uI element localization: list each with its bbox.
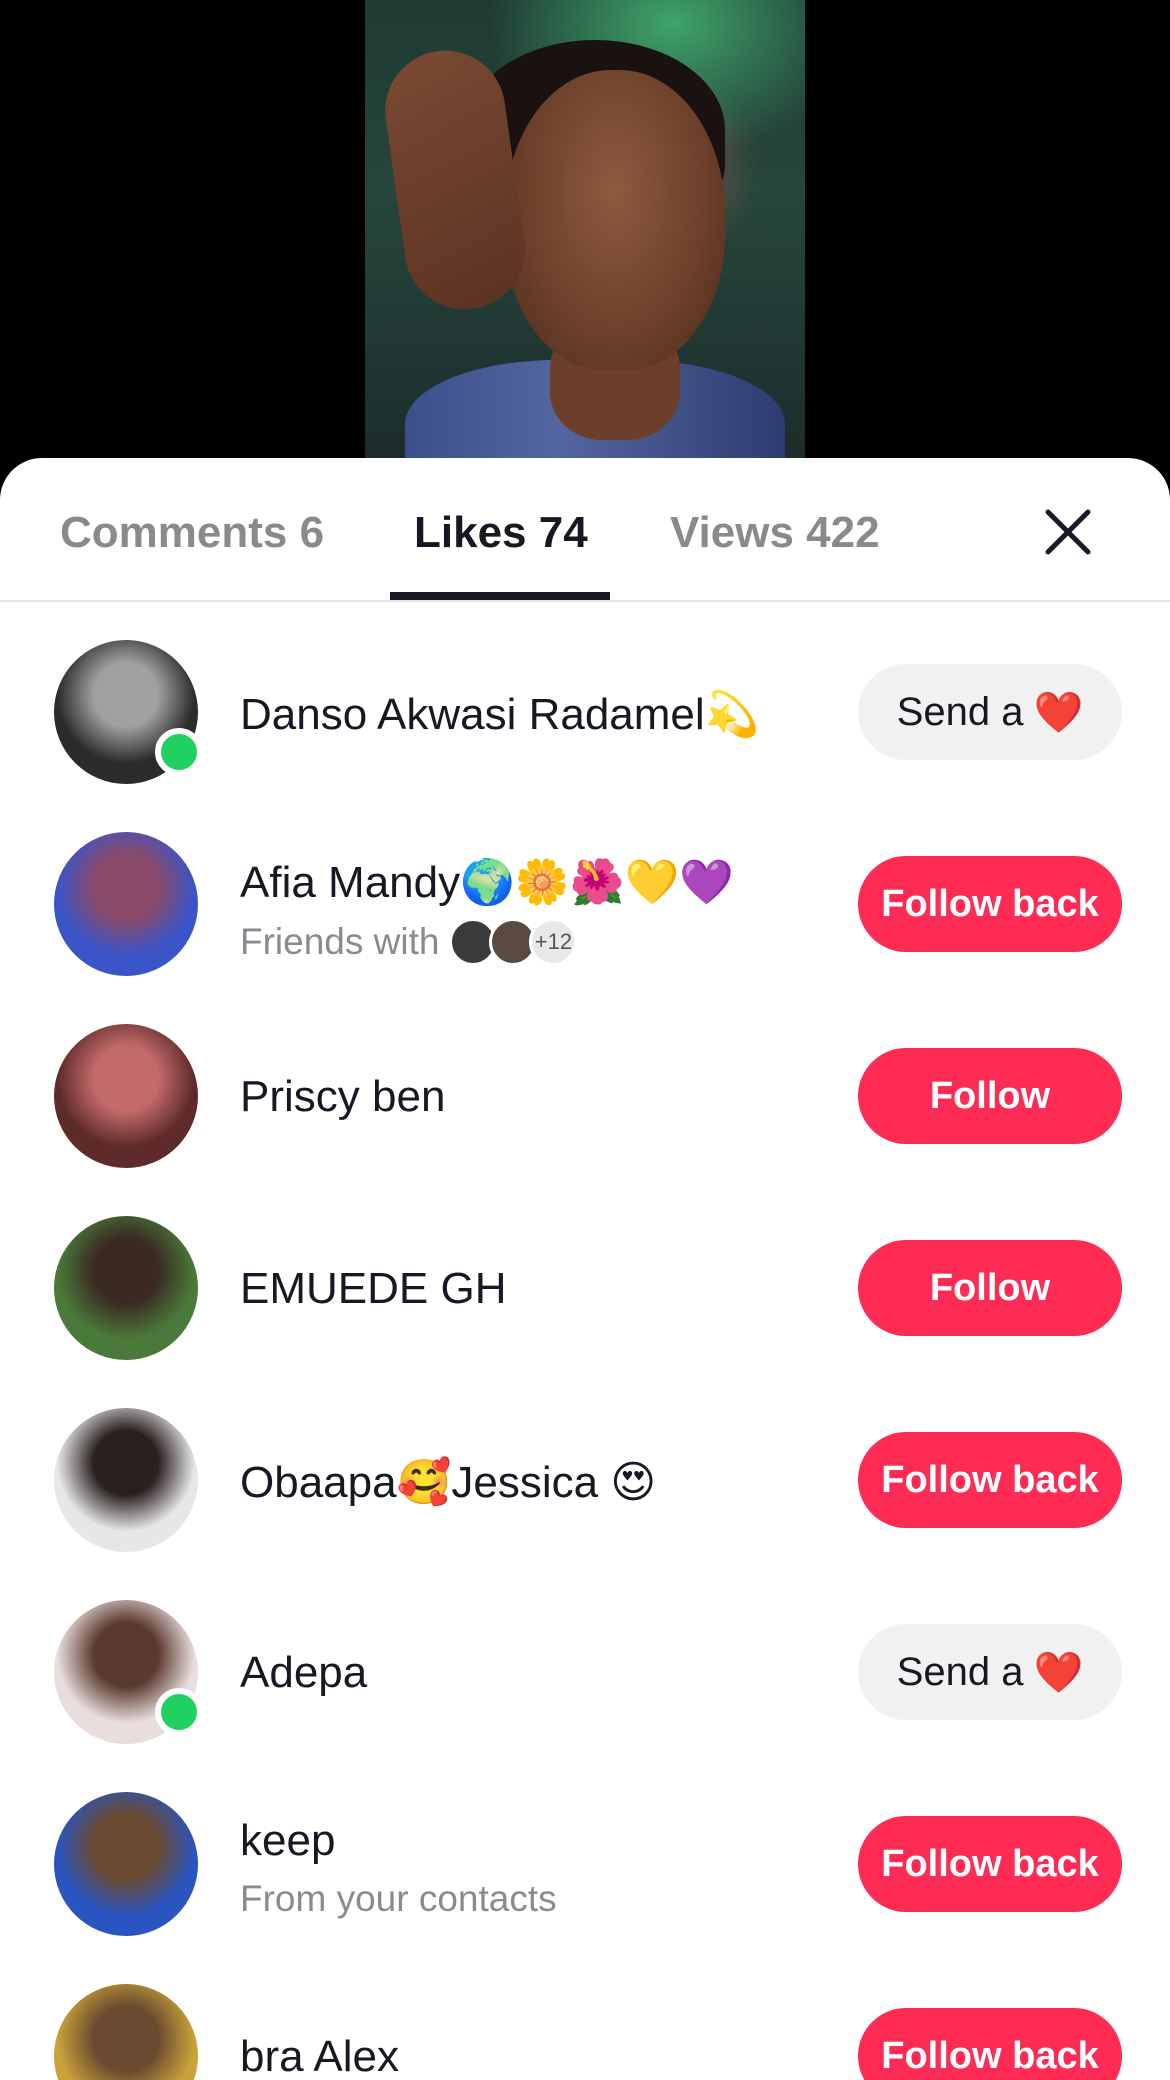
follow-back-button[interactable]: Follow back bbox=[858, 1432, 1122, 1528]
button-label: Follow back bbox=[881, 882, 1099, 925]
user-row[interactable]: keep From your contacts Follow back bbox=[0, 1776, 1170, 1968]
avatar[interactable] bbox=[54, 1216, 198, 1360]
username[interactable]: Adepa bbox=[240, 1648, 367, 1698]
button-label: Send a bbox=[896, 1649, 1024, 1694]
user-subtitle: From your contacts bbox=[240, 1878, 557, 1920]
username[interactable]: Danso Akwasi Radamel💫 bbox=[240, 688, 759, 740]
follow-button[interactable]: Follow bbox=[858, 1048, 1122, 1144]
subtitle-text: Friends with bbox=[240, 921, 440, 962]
mutual-friends-avatars: +12 bbox=[449, 918, 578, 966]
button-label: Follow bbox=[929, 1074, 1051, 1117]
tab-views[interactable]: Views 422 bbox=[670, 508, 880, 558]
likes-list: Danso Akwasi Radamel💫 Send a ❤️ Afia Mandy🌍… bbox=[0, 624, 1170, 2080]
user-row[interactable]: bra Alex Follow back bbox=[0, 1968, 1170, 2080]
follow-back-button[interactable]: Follow back bbox=[858, 856, 1122, 952]
user-subtitle: Friends with +12 bbox=[240, 918, 578, 966]
video-thumbnail[interactable] bbox=[365, 0, 805, 480]
avatar[interactable] bbox=[54, 1984, 198, 2080]
heart-icon: ❤️ bbox=[1033, 1649, 1084, 1696]
username[interactable]: keep bbox=[240, 1816, 335, 1866]
mutual-friends-count: +12 bbox=[529, 918, 578, 966]
avatar[interactable] bbox=[54, 1792, 198, 1936]
user-row[interactable]: Afia Mandy🌍🌼🌺💛💜 Friends with +12 Follow bac… bbox=[0, 816, 1170, 1008]
tab-bar: Comments 6 Likes 74 Views 422 bbox=[0, 458, 1170, 602]
avatar[interactable] bbox=[54, 1408, 198, 1552]
username[interactable]: Priscy ben bbox=[240, 1072, 445, 1122]
follow-back-button[interactable]: Follow back bbox=[858, 1816, 1122, 1912]
user-row[interactable]: Adepa Send a ❤️ bbox=[0, 1584, 1170, 1776]
avatar[interactable] bbox=[54, 832, 198, 976]
follow-button[interactable]: Follow bbox=[858, 1240, 1122, 1336]
button-label: Follow back bbox=[881, 2034, 1099, 2077]
button-label: Follow back bbox=[881, 1842, 1099, 1885]
username[interactable]: bra Alex bbox=[240, 2032, 399, 2080]
close-icon[interactable] bbox=[1040, 504, 1096, 560]
active-tab-indicator bbox=[390, 592, 610, 600]
username[interactable]: EMUEDE GH bbox=[240, 1264, 506, 1314]
button-label: Send a bbox=[896, 689, 1024, 734]
online-status-dot bbox=[155, 728, 203, 776]
user-row[interactable]: Danso Akwasi Radamel💫 Send a ❤️ bbox=[0, 624, 1170, 816]
user-row[interactable]: Obaapa🥰Jessica 😍 Follow back bbox=[0, 1392, 1170, 1584]
user-row[interactable]: Priscy ben Follow bbox=[0, 1008, 1170, 1200]
tab-comments[interactable]: Comments 6 bbox=[60, 508, 324, 558]
online-status-dot bbox=[155, 1688, 203, 1736]
button-label: Follow bbox=[929, 1266, 1051, 1309]
tab-likes[interactable]: Likes 74 bbox=[414, 508, 588, 558]
user-row[interactable]: EMUEDE GH Follow bbox=[0, 1200, 1170, 1392]
heart-icon: ❤️ bbox=[1033, 689, 1084, 736]
send-heart-button[interactable]: Send a ❤️ bbox=[858, 1624, 1122, 1720]
send-heart-button[interactable]: Send a ❤️ bbox=[858, 664, 1122, 760]
follow-back-button[interactable]: Follow back bbox=[858, 2008, 1122, 2080]
video-preview[interactable] bbox=[0, 0, 1170, 480]
avatar[interactable] bbox=[54, 1024, 198, 1168]
username[interactable]: Obaapa🥰Jessica 😍 bbox=[240, 1456, 656, 1508]
thumbnail-face-shape bbox=[505, 70, 725, 370]
button-label: Follow back bbox=[881, 1458, 1099, 1501]
username[interactable]: Afia Mandy🌍🌼🌺💛💜 bbox=[240, 856, 734, 908]
activity-sheet: Comments 6 Likes 74 Views 422 Danso Akwa… bbox=[0, 458, 1170, 2080]
subtitle-text: From your contacts bbox=[240, 1878, 557, 1919]
